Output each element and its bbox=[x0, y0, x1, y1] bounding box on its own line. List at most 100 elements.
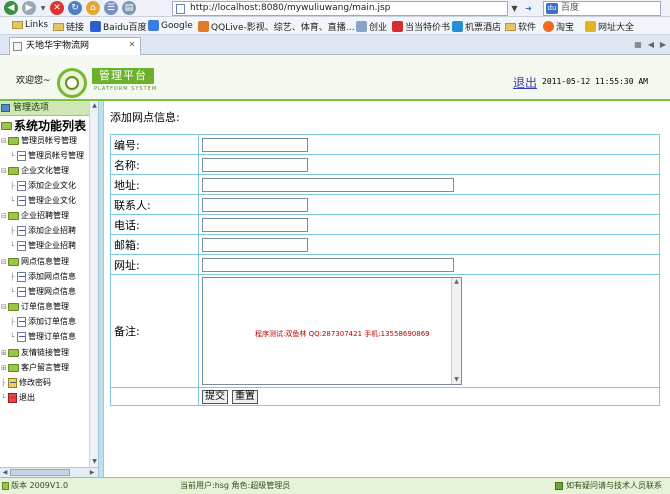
scroll-left-icon[interactable]: ◀ bbox=[1, 469, 9, 476]
form-title: 添加网点信息: bbox=[110, 111, 180, 124]
page-edit-icon bbox=[17, 287, 26, 297]
app-header: 欢迎您~ 管理平台 PLATFORM SYSTEM 退出 2011-05-12 … bbox=[0, 55, 670, 101]
stop-icon[interactable]: ✕ bbox=[50, 1, 64, 15]
address-bar[interactable]: http://localhost:8080/mywuliuwang/main.j… bbox=[172, 1, 508, 16]
status-footer: 版本 2009V1.0 当前用户:hsg 角色:超级管理员 如有疑问请与技术人员… bbox=[0, 477, 670, 494]
key-icon bbox=[8, 378, 17, 388]
bookmark-links[interactable]: Links bbox=[12, 20, 48, 30]
textarea-scrollbar[interactable]: ▲ ▼ bbox=[451, 278, 461, 384]
address-url: http://localhost:8080/mywuliuwang/main.j… bbox=[190, 3, 391, 13]
folder-icon bbox=[8, 349, 19, 357]
tree-group-recruit[interactable]: ⊟ 企业招聘管理 bbox=[1, 209, 69, 223]
browser-tab[interactable]: 天地华宇物流网 ✕ bbox=[9, 37, 141, 55]
logo-icon bbox=[57, 68, 87, 98]
folder-icon bbox=[8, 167, 19, 175]
code-input[interactable] bbox=[202, 137, 308, 152]
tree-group-links[interactable]: ⊞ 友情链接管理 bbox=[1, 346, 69, 360]
page-edit-icon bbox=[17, 272, 26, 282]
options-icon bbox=[1, 104, 10, 112]
folder-icon bbox=[8, 137, 19, 145]
tree-item-recruit-add[interactable]: ├ 添加企业招聘 bbox=[10, 224, 76, 238]
name-input[interactable] bbox=[202, 157, 308, 172]
folder-icon bbox=[12, 21, 23, 29]
tree-group-outlet[interactable]: ⊟ 网点信息管理 bbox=[1, 255, 69, 269]
bookmark-chuangye[interactable]: 创业 bbox=[356, 20, 387, 33]
bookmark-url-directory[interactable]: 网址大全 bbox=[585, 20, 634, 33]
tree-item-outlet-add[interactable]: ├ 添加网点信息 bbox=[10, 270, 76, 284]
bookmark-software[interactable]: 软件 bbox=[505, 20, 536, 33]
tree-item-culture-add[interactable]: ├ 添加企业文化 bbox=[10, 179, 76, 193]
page-edit-icon bbox=[17, 196, 26, 206]
search-box[interactable]: du 百度 bbox=[543, 1, 661, 16]
page-icon bbox=[176, 4, 185, 14]
submit-button[interactable]: 提交 bbox=[202, 389, 228, 404]
tree-item-change-password[interactable]: ├ 修改密码 bbox=[1, 376, 51, 390]
tree-item-recruit-manage[interactable]: └ 管理企业招聘 bbox=[10, 239, 76, 253]
address-dropdown-icon[interactable]: ▼ bbox=[508, 1, 521, 16]
go-icon[interactable]: ➜ bbox=[522, 1, 535, 16]
bookmark-dangdang[interactable]: 当当特价书 bbox=[392, 20, 450, 33]
phone-input[interactable] bbox=[202, 217, 308, 232]
remark-label: 备注: bbox=[110, 274, 199, 388]
code-label: 编号: bbox=[110, 134, 199, 155]
tab-right-icon[interactable]: ▶ bbox=[658, 40, 668, 50]
tree-item-order-manage[interactable]: └ 管理订单信息 bbox=[10, 330, 76, 344]
scroll-thumb[interactable] bbox=[10, 469, 70, 476]
refresh-icon[interactable]: ↻ bbox=[68, 1, 82, 15]
bookmark-baidu[interactable]: Baidu百度 bbox=[90, 20, 147, 33]
datetime: 2011-05-12 11:55:30 AM bbox=[542, 77, 648, 86]
tab-menu-icon[interactable]: ▦ bbox=[633, 40, 643, 50]
form-row-website: 网址: bbox=[110, 254, 660, 275]
sidebar-vertical-scrollbar[interactable]: ▲ ▼ bbox=[89, 101, 98, 477]
sidebar-horizontal-scrollbar[interactable]: ◀ ▶ bbox=[0, 467, 98, 477]
page-edit-icon bbox=[17, 151, 26, 161]
folder-icon bbox=[8, 364, 19, 372]
bookmark-google[interactable]: Google bbox=[148, 20, 193, 31]
website-label: 网址: bbox=[110, 254, 199, 275]
address-input[interactable] bbox=[202, 177, 454, 192]
bookmark-qqlive[interactable]: QQLive-影视、综艺、体育、直播… bbox=[198, 20, 355, 33]
tree-item-exit[interactable]: └ 退出 bbox=[1, 391, 35, 405]
dropdown-icon[interactable]: ▼ bbox=[40, 1, 46, 15]
logout-link[interactable]: 退出 bbox=[513, 74, 537, 91]
name-label: 名称: bbox=[110, 154, 199, 175]
remark-watermark: 程序测试:双鱼林 QQ:287307421 手机:13558690869 bbox=[255, 330, 430, 338]
remark-textarea[interactable]: 程序测试:双鱼林 QQ:287307421 手机:13558690869 ▲ ▼ bbox=[202, 277, 462, 385]
postcode-label: 邮箱: bbox=[110, 234, 199, 255]
scroll-up-icon[interactable]: ▲ bbox=[91, 102, 98, 109]
tree-group-admin[interactable]: ⊟ 管理员帐号管理 bbox=[1, 134, 77, 148]
bookmark-taobao[interactable]: 淘宝 bbox=[543, 20, 574, 33]
bookmark-flight-hotel[interactable]: 机票酒店 bbox=[452, 20, 501, 33]
logo-subtext: PLATFORM SYSTEM bbox=[94, 86, 158, 92]
back-icon[interactable]: ◀ bbox=[4, 1, 18, 15]
tree-group-messages[interactable]: ⊞ 客户留言管理 bbox=[1, 361, 69, 375]
current-user-text: 当前用户:hsg 角色:超级管理员 bbox=[180, 481, 291, 490]
form-row-address: 地址: bbox=[110, 174, 660, 195]
tree-group-culture[interactable]: ⊟ 企业文化管理 bbox=[1, 164, 69, 178]
scroll-right-icon[interactable]: ▶ bbox=[88, 469, 96, 476]
home-icon[interactable]: ⌂ bbox=[86, 1, 100, 15]
scroll-up-icon[interactable]: ▲ bbox=[452, 278, 461, 286]
tree-item-outlet-manage[interactable]: └ 管理网点信息 bbox=[10, 285, 76, 299]
tree-root: 系统功能列表 bbox=[1, 119, 86, 133]
scroll-down-icon[interactable]: ▼ bbox=[452, 376, 461, 384]
bookmark-lianjie[interactable]: 链接 bbox=[53, 20, 84, 33]
forward-icon[interactable]: ▶ bbox=[22, 1, 36, 15]
search-placeholder: 百度 bbox=[561, 3, 580, 13]
contact-input[interactable] bbox=[202, 197, 308, 212]
history-icon[interactable]: ▤ bbox=[122, 1, 136, 15]
tree-item-order-add[interactable]: ├ 添加订单信息 bbox=[10, 315, 76, 329]
tree-group-order[interactable]: ⊟ 订单信息管理 bbox=[1, 300, 69, 314]
scroll-down-icon[interactable]: ▼ bbox=[91, 458, 98, 465]
postcode-input[interactable] bbox=[202, 237, 308, 252]
tree-item-admin-manage[interactable]: └ 管理员帐号管理 bbox=[10, 149, 84, 163]
dangdang-favicon bbox=[392, 21, 403, 32]
tree-item-culture-manage[interactable]: └ 管理企业文化 bbox=[10, 194, 76, 208]
version-text: 版本 2009V1.0 bbox=[11, 481, 69, 490]
favorites-icon[interactable]: ☰ bbox=[104, 1, 118, 15]
close-tab-icon[interactable]: ✕ bbox=[127, 40, 137, 50]
reset-button[interactable]: 重置 bbox=[232, 389, 258, 404]
phone-label: 电话: bbox=[110, 214, 199, 235]
tab-left-icon[interactable]: ◀ bbox=[646, 40, 656, 50]
website-input[interactable] bbox=[202, 257, 454, 272]
